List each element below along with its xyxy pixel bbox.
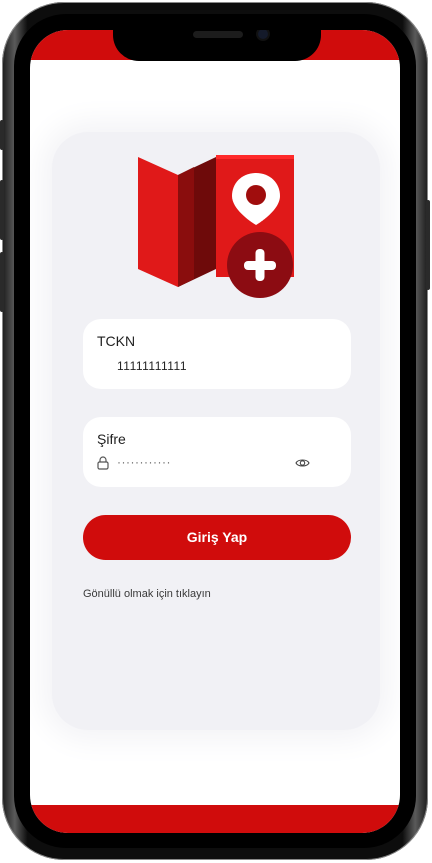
tckn-input[interactable]: 11111111111: [117, 359, 187, 373]
tckn-field[interactable]: TCKN 11111111111: [83, 319, 351, 389]
lock-icon: [97, 456, 109, 470]
password-field[interactable]: Şifre ············: [83, 417, 351, 487]
volume-up-button: [0, 180, 4, 240]
phone-notch: [113, 30, 321, 61]
password-label: Şifre: [97, 431, 126, 447]
speaker-grille: [193, 31, 243, 38]
app-logo-map-pin-icon: [138, 155, 294, 298]
volunteer-link[interactable]: Gönüllü olmak için tıklayın: [83, 588, 211, 600]
app-screen: TCKN 11111111111 Şifre ············ Giri…: [30, 30, 400, 833]
front-camera: [258, 30, 268, 39]
login-button[interactable]: Giriş Yap: [83, 515, 351, 560]
tckn-label: TCKN: [97, 333, 136, 349]
eye-icon[interactable]: [295, 457, 310, 469]
bottom-accent-bar: [30, 805, 400, 833]
power-button: [426, 200, 430, 290]
mute-switch: [0, 120, 4, 150]
volume-down-button: [0, 252, 4, 312]
password-input[interactable]: ············: [117, 455, 171, 469]
